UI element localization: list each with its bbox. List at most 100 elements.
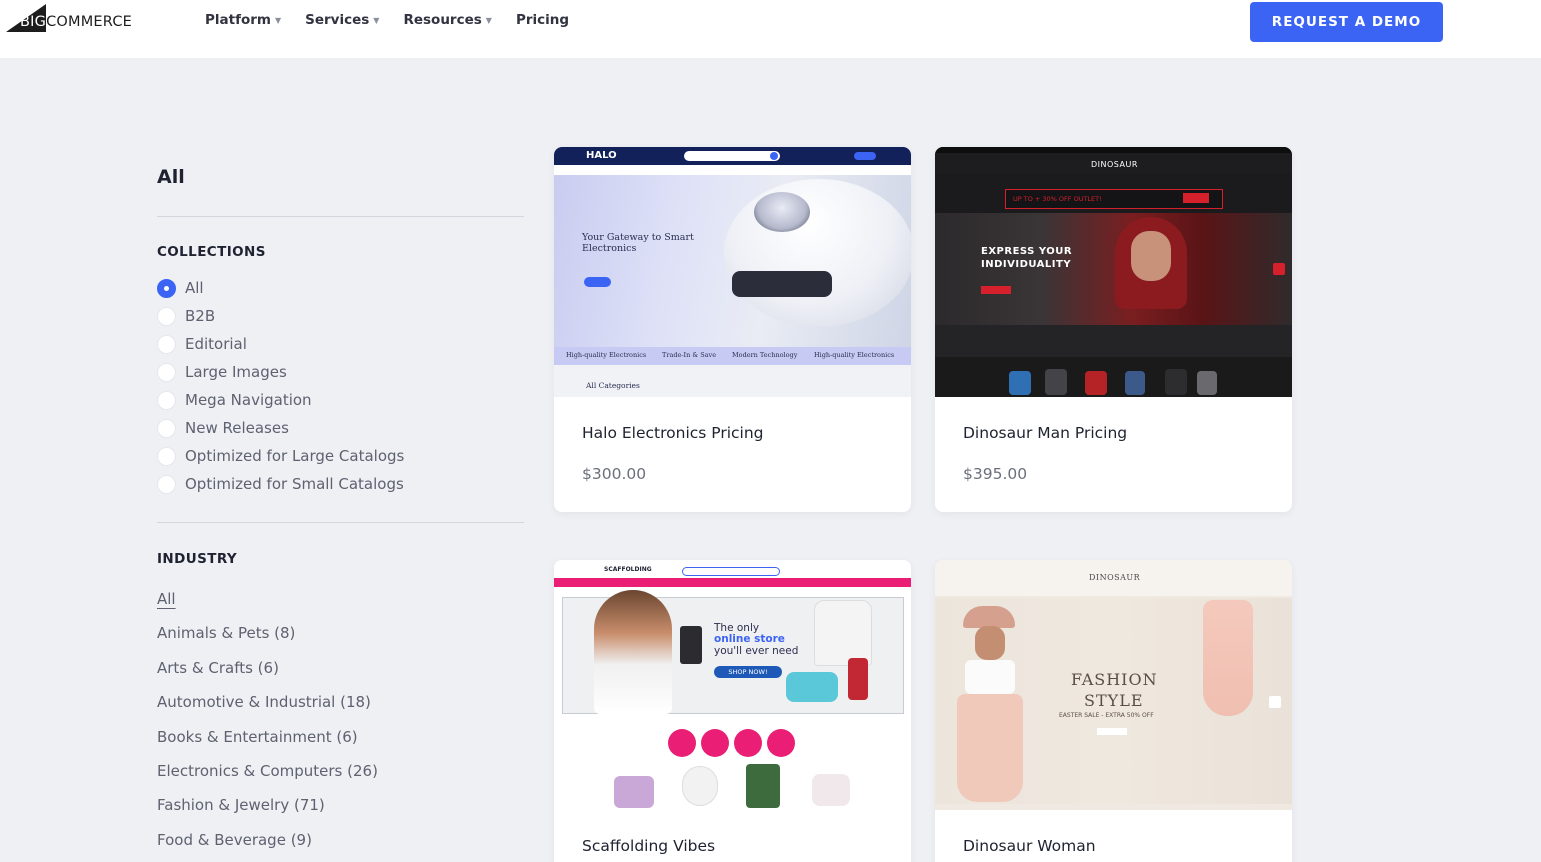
thumb-categories-label: All Categories <box>586 381 640 390</box>
radio-button[interactable] <box>157 278 176 298</box>
chevron-down-icon: ▼ <box>485 15 492 25</box>
thumb-product <box>1125 371 1145 395</box>
theme-price: $395.00 <box>963 465 1028 483</box>
collection-option-editorial[interactable]: Editorial <box>157 330 404 358</box>
thumb-next-arrow <box>1269 696 1281 708</box>
radio-button[interactable] <box>157 334 176 354</box>
thumb-features-row <box>935 325 1292 357</box>
nav-pricing-label: Pricing <box>515 12 570 28</box>
radio-label: B2B <box>185 307 216 325</box>
collection-option-b2b[interactable]: B2B <box>157 302 404 330</box>
thumb-tshirt-image <box>814 600 872 666</box>
thumb-vacuum-bumper <box>732 271 832 297</box>
industry-item[interactable]: Electronics & Computers (26) <box>157 760 378 794</box>
nav-platform-label: Platform <box>205 12 271 28</box>
main-nav: Platform ▼ Services ▼ Resources ▼ Pricing <box>205 12 593 28</box>
thumb-brand: HALO <box>586 150 617 161</box>
thumb-dress-image <box>1203 600 1253 716</box>
collection-option-large-catalogs[interactable]: Optimized for Large Catalogs <box>157 442 404 470</box>
thumb-next-arrow <box>1273 263 1285 275</box>
industry-item-all[interactable]: All <box>157 588 378 622</box>
logo-commerce: COMMERCE <box>46 14 133 30</box>
industry-item[interactable]: Automotive & Industrial (18) <box>157 691 378 725</box>
logo-big: BIG <box>20 14 47 30</box>
request-demo-button[interactable]: REQUEST A DEMO <box>1250 2 1443 42</box>
thumb-product <box>812 774 850 806</box>
thumb-line3: you'll ever need <box>714 645 799 657</box>
radio-button[interactable] <box>157 446 176 466</box>
thumb-cart-pill <box>854 152 876 160</box>
thumb-shop-button <box>981 286 1011 294</box>
nav-resources[interactable]: Resources ▼ <box>403 12 491 28</box>
thumb-pink-nav <box>554 578 911 587</box>
thumb-product <box>1197 371 1217 395</box>
thumb-product <box>746 764 780 808</box>
thumb-strip-item: High-quality Electronics <box>566 351 647 359</box>
thumb-product <box>1085 371 1107 395</box>
logo-text: BIGCOMMERCE <box>20 14 132 30</box>
industry-item[interactable]: Fashion & Jewelry (71) <box>157 794 378 828</box>
theme-name[interactable]: Dinosaur Man Pricing <box>963 423 1263 443</box>
nav-services-label: Services <box>305 12 370 28</box>
nav-platform[interactable]: Platform ▼ <box>205 12 281 28</box>
thumb-shop-button <box>1097 728 1127 735</box>
thumb-model-top <box>965 660 1015 694</box>
thumb-model-face <box>1131 231 1171 281</box>
radio-label: Optimized for Large Catalogs <box>185 447 405 465</box>
thumb-nav-row <box>554 165 911 175</box>
thumb-category-circle <box>734 729 762 757</box>
radio-label: Optimized for Small Catalogs <box>185 475 404 493</box>
industry-item[interactable]: Food & Beverage (9) <box>157 829 378 862</box>
theme-card-dinosaur-woman[interactable]: DINOSAUR FASHION STYLE EASTER SALE - EXT… <box>935 560 1292 862</box>
thumb-search-icon <box>770 152 778 160</box>
collection-option-mega-navigation[interactable]: Mega Navigation <box>157 386 404 414</box>
nav-pricing[interactable]: Pricing <box>516 12 569 28</box>
collection-option-new-releases[interactable]: New Releases <box>157 414 404 442</box>
chevron-down-icon: ▼ <box>373 15 380 25</box>
radio-label: Mega Navigation <box>185 391 312 409</box>
industry-item[interactable]: Books & Entertainment (6) <box>157 726 378 760</box>
thumb-product <box>1165 369 1187 395</box>
radio-button[interactable] <box>157 362 176 382</box>
thumb-model-image <box>594 590 672 714</box>
divider <box>157 522 524 523</box>
radio-label: New Releases <box>185 419 289 437</box>
thumb-vacuum-sensor <box>754 192 810 232</box>
thumb-brand: DINOSAUR <box>1091 160 1138 169</box>
thumb-brand: SCAFFOLDING <box>604 566 652 573</box>
theme-name[interactable]: Halo Electronics Pricing <box>582 423 882 443</box>
radio-button[interactable] <box>157 418 176 438</box>
theme-price: $300.00 <box>582 465 647 483</box>
collections-heading: COLLECTIONS <box>157 244 266 260</box>
theme-card-dinosaur-man[interactable]: DINOSAUR UP TO + 30% OFF OUTLET! EXPRESS… <box>935 147 1292 512</box>
thumb-category-circle <box>668 729 696 757</box>
theme-name[interactable]: Dinosaur Woman <box>963 836 1263 856</box>
thumb-shop-button: SHOP NOW! <box>714 666 782 678</box>
thumb-product <box>1009 371 1031 395</box>
thumb-model-skirt <box>957 694 1023 802</box>
thumb-phone-image <box>680 626 702 664</box>
collection-option-large-images[interactable]: Large Images <box>157 358 404 386</box>
thumb-headline-1: FASHION <box>1071 670 1158 689</box>
theme-name[interactable]: Scaffolding Vibes <box>582 836 882 856</box>
collection-option-small-catalogs[interactable]: Optimized for Small Catalogs <box>157 470 404 498</box>
radio-button[interactable] <box>157 306 176 326</box>
nav-resources-label: Resources <box>403 12 482 28</box>
industry-item[interactable]: Animals & Pets (8) <box>157 622 378 656</box>
industry-item[interactable]: Arts & Crafts (6) <box>157 657 378 691</box>
thumb-subline: EASTER SALE - EXTRA 50% OFF <box>1059 712 1154 719</box>
bigcommerce-logo[interactable]: BIGCOMMERCE <box>6 2 146 34</box>
radio-button[interactable] <box>157 474 176 494</box>
radio-label: All <box>185 279 204 297</box>
thumb-product <box>614 776 654 808</box>
radio-button[interactable] <box>157 390 176 410</box>
nav-services[interactable]: Services ▼ <box>305 12 379 28</box>
thumb-product <box>682 766 718 806</box>
collection-option-all[interactable]: All <box>157 274 404 302</box>
thumb-promo-text: UP TO + 30% OFF OUTLET! <box>1013 195 1102 203</box>
thumb-hat-image <box>963 606 1015 628</box>
thumb-search-bar <box>684 151 780 161</box>
thumb-product <box>1045 369 1067 395</box>
theme-card-halo[interactable]: HALO Your Gateway to Smart Electronics H… <box>554 147 911 512</box>
theme-card-scaffolding[interactable]: SCAFFOLDING The only online store you'll… <box>554 560 911 862</box>
